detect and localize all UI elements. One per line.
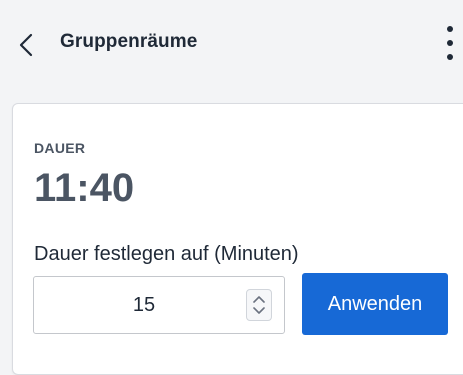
apply-button[interactable]: Anwenden [302, 273, 448, 335]
updown-spinner-icon [253, 296, 265, 314]
more-vertical-icon-dot [447, 40, 453, 46]
duration-input-box [33, 276, 285, 334]
page-title: Gruppenräume [60, 31, 198, 52]
duration-field-label: Dauer festlegen auf (Minuten) [34, 243, 299, 265]
top-bar: Gruppenräume [0, 0, 463, 90]
more-vertical-icon-dot [447, 54, 453, 60]
duration-minutes-input[interactable] [34, 277, 234, 333]
chevron-left-icon [19, 33, 33, 57]
duration-section-label: DAUER [34, 140, 86, 156]
duration-value: 11:40 [34, 166, 135, 210]
more-vertical-icon [447, 26, 453, 32]
more-menu-button[interactable] [440, 24, 460, 64]
back-button[interactable] [16, 27, 40, 63]
minutes-stepper[interactable] [246, 289, 272, 321]
